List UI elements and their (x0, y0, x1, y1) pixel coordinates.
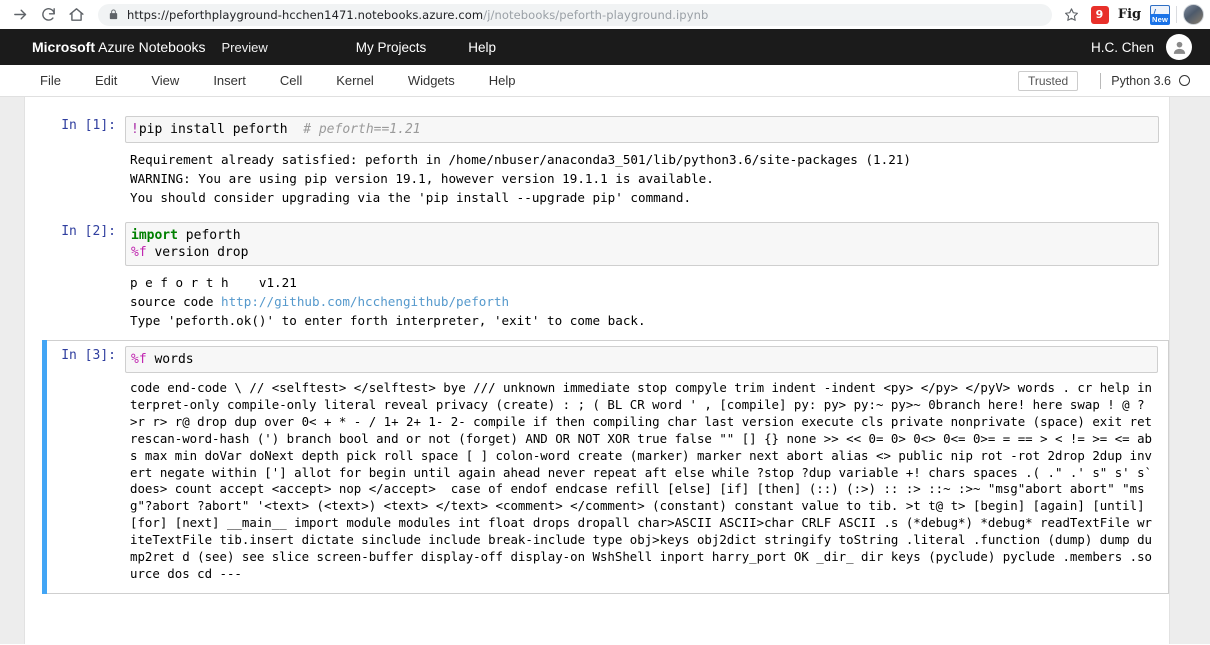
cell-2-output-line-3: Type 'peforth.ok()' to enter forth inter… (130, 313, 646, 328)
cell-1-bang-token: ! (131, 122, 139, 137)
trusted-badge[interactable]: Trusted (1017, 70, 1079, 91)
peforth-source-link[interactable]: http://github.com/hcchengithub/peforth (221, 294, 509, 309)
lock-icon (108, 8, 119, 21)
user-name: H.C. Chen (1090, 39, 1154, 55)
peforth-words-list: code end-code \ // <selftest> </selftest… (130, 380, 1160, 581)
cell-2-magic-token: %f (131, 245, 147, 260)
extension-icon-9[interactable]: 9 (1090, 5, 1109, 24)
browser-extensions: 9 Fig New (1090, 5, 1171, 25)
menu-edit[interactable]: Edit (95, 73, 117, 88)
jupyter-menubar: File Edit View Insert Cell Kernel Widget… (0, 65, 1210, 97)
notebook-page: In [1]: !pip install peforth # peforth==… (24, 97, 1170, 644)
star-bookmark-icon[interactable] (1058, 2, 1084, 28)
menu-view[interactable]: View (151, 73, 179, 88)
brand-title[interactable]: Microsoft Azure Notebooks (32, 39, 206, 55)
brand-product: Azure Notebooks (95, 39, 206, 55)
menu-widgets[interactable]: Widgets (408, 73, 455, 88)
cell-1-comment: # peforth==1.21 (303, 122, 421, 137)
nav-help[interactable]: Help (468, 40, 496, 55)
menu-file[interactable]: File (40, 73, 61, 88)
browser-toolbar: https://peforthplayground-hcchen1471.not… (0, 0, 1210, 29)
cell-3-magic-token: %f (131, 352, 147, 367)
cell-1-prompt: In [1]: (61, 118, 116, 133)
cell-3-output-body: code end-code \ // <selftest> </selftest… (125, 380, 1158, 583)
cell-2-input[interactable]: import peforth %f version drop (125, 222, 1159, 266)
cell-2-module-name: peforth (177, 228, 241, 243)
code-cell-3[interactable]: In [3]: %f words (47, 341, 1168, 378)
extension-icon-new-tab[interactable]: New (1150, 5, 1171, 25)
brand-microsoft: Microsoft (32, 39, 95, 55)
new-badge: New (1150, 14, 1171, 25)
cell-2-output-line-2: source code http://github.com/hcchengith… (130, 292, 1159, 311)
menu-insert[interactable]: Insert (213, 73, 246, 88)
cell-3-magic-args: words (146, 352, 194, 367)
cell-3-input[interactable]: %f words (125, 346, 1158, 373)
cell-2-output-line-2-label: source code (130, 294, 221, 309)
url-text: https://peforthplayground-hcchen1471.not… (127, 8, 708, 22)
menu-help[interactable]: Help (489, 73, 516, 88)
cell-2-keyword-import: import (131, 228, 178, 243)
code-cell-2[interactable]: In [2]: import peforth %f version drop (25, 217, 1169, 271)
menubar-divider (1100, 72, 1102, 89)
cell-3-prompt: In [3]: (61, 348, 116, 363)
cell-2-prompt: In [2]: (61, 224, 116, 239)
menu-kernel[interactable]: Kernel (336, 73, 374, 88)
menu-items: File Edit View Insert Cell Kernel Widget… (40, 73, 516, 88)
extension-icon-fig[interactable]: Fig (1117, 5, 1142, 24)
azure-notebooks-header: Microsoft Azure Notebooks Preview My Pro… (0, 29, 1210, 65)
reload-icon[interactable] (34, 1, 62, 29)
cell-1-output: Requirement already satisfied: peforth i… (25, 148, 1169, 217)
cell-2-magic-args: version drop (146, 245, 249, 260)
notebook-scroll-area[interactable]: In [1]: !pip install peforth # peforth==… (0, 97, 1210, 644)
url-path: /j/notebooks/peforth-playground.ipynb (483, 7, 709, 22)
cell-2-output-body: p e f o r t h v1.21 source code http://g… (125, 273, 1159, 330)
menu-cell[interactable]: Cell (280, 73, 302, 88)
cell-1-output-line-2: WARNING: You are using pip version 19.1,… (130, 171, 714, 186)
cell-2-output-line-1: p e f o r t h v1.21 (130, 275, 297, 290)
cell-1-code-rest: pip install peforth (138, 122, 304, 137)
cell-1-input[interactable]: !pip install peforth # peforth==1.21 (125, 116, 1159, 143)
profile-avatar-icon[interactable] (1183, 4, 1204, 25)
preview-label: Preview (221, 39, 268, 55)
extension-fig-label: Fig (1117, 7, 1142, 22)
code-cell-1[interactable]: In [1]: !pip install peforth # peforth==… (25, 111, 1169, 148)
extension-9-label: 9 (1090, 5, 1109, 24)
home-icon[interactable] (62, 1, 90, 29)
header-user-area: H.C. Chen (1091, 34, 1192, 60)
user-avatar-icon[interactable] (1166, 34, 1192, 60)
cell-1-output-body: Requirement already satisfied: peforth i… (125, 150, 1159, 207)
cell-2-code: import peforth %f version drop (131, 227, 1154, 261)
url-host: https://peforthplayground-hcchen1471.not… (127, 7, 484, 22)
cell-1-output-line-1: Requirement already satisfied: peforth i… (130, 152, 911, 167)
menubar-status-area: Trusted Python 3.6 (1017, 70, 1190, 91)
code-cell-3-selected-wrapper[interactable]: In [3]: %f words code end-code \ // <sel… (42, 340, 1169, 594)
kernel-name[interactable]: Python 3.6 (1111, 74, 1171, 88)
forward-arrow-icon[interactable] (6, 1, 34, 29)
toolbar-divider (1176, 6, 1177, 23)
nav-my-projects[interactable]: My Projects (356, 40, 427, 55)
cell-3-output: code end-code \ // <selftest> </selftest… (47, 378, 1168, 593)
cell-1-code: !pip install peforth # peforth==1.21 (131, 121, 1154, 138)
cell-3-code: %f words (131, 351, 1153, 368)
cell-1-output-line-3: You should consider upgrading via the 'p… (130, 190, 692, 205)
kernel-idle-indicator-icon (1179, 75, 1190, 86)
cell-2-output: p e f o r t h v1.21 source code http://g… (25, 271, 1169, 340)
header-nav: My Projects Help (356, 40, 496, 55)
address-bar[interactable]: https://peforthplayground-hcchen1471.not… (98, 3, 1052, 26)
